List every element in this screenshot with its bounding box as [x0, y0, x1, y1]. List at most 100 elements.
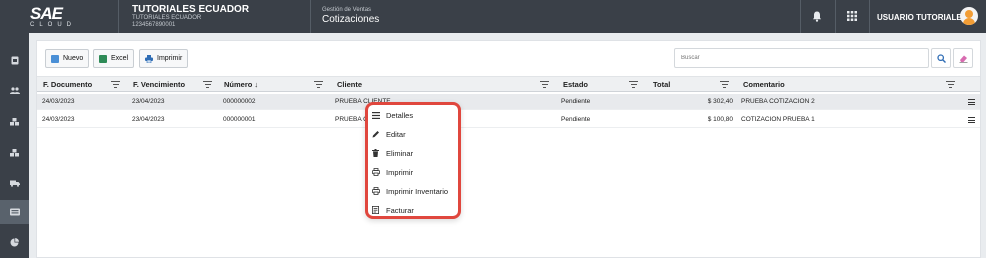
printer-icon	[145, 54, 153, 63]
search-input[interactable]	[674, 48, 929, 68]
divider	[800, 0, 801, 33]
avatar-head	[965, 10, 973, 18]
cell-fecha-vencimiento: 23/04/2023	[132, 116, 165, 123]
users-icon	[9, 87, 20, 94]
sidebar-item-reports[interactable]	[0, 230, 29, 254]
module-info: Gestión de Ventas Cotizaciones	[322, 7, 379, 26]
column-label: Total	[653, 80, 671, 89]
sidebar-item-inventory[interactable]	[0, 110, 29, 134]
boxes-icon	[9, 118, 19, 126]
company-name: TUTORIALES ECUADOR	[132, 4, 250, 15]
filter-icon[interactable]	[111, 81, 120, 88]
list-icon	[371, 111, 380, 120]
cell-comentario: COTIZACION PRUEBA 1	[741, 116, 815, 123]
excel-button[interactable]: Excel	[93, 49, 135, 68]
table-row[interactable]: 24/03/2023 23/04/2023 000000002 PRUEBA C…	[37, 94, 980, 110]
sidebar-item-products[interactable]	[0, 141, 29, 165]
column-label: Número ↓	[224, 80, 259, 89]
cell-fecha-documento: 24/03/2023	[42, 98, 75, 105]
column-header-comentario[interactable]: Comentario	[743, 77, 959, 92]
excel-icon	[99, 54, 107, 63]
page-title: Cotizaciones	[322, 14, 380, 25]
truck-icon	[9, 180, 20, 187]
menu-item-imprimir-inventario[interactable]: Imprimir Inventario	[371, 182, 459, 200]
menu-item-facturar[interactable]: Facturar	[371, 201, 459, 219]
menu-item-label: Imprimir	[386, 167, 414, 177]
menu-item-imprimir[interactable]: Imprimir	[371, 163, 459, 181]
sidebar-item-logistics[interactable]	[0, 171, 29, 195]
row-menu-icon[interactable]	[968, 99, 975, 105]
print-button-label: Imprimir	[157, 55, 183, 62]
sidebar	[0, 33, 29, 258]
column-label: Comentario	[743, 80, 785, 89]
trash-icon	[371, 149, 380, 158]
user-name[interactable]: USUARIO TUTORIALES	[877, 13, 967, 22]
sidebar-item-users[interactable]	[0, 79, 29, 103]
filter-icon[interactable]	[203, 81, 212, 88]
menu-item-eliminar[interactable]: Eliminar	[371, 144, 459, 162]
top-bar: SAE CLOUD TUTORIALES ECUADOR TUTORIALES …	[0, 0, 986, 33]
column-header-numero[interactable]: Número ↓	[224, 77, 328, 92]
excel-button-label: Excel	[111, 55, 129, 62]
search-icon	[936, 53, 946, 63]
filter-icon[interactable]	[720, 81, 729, 88]
cell-estado: Pendiente	[561, 116, 591, 123]
company-info: TUTORIALES ECUADOR TUTORIALES ECUADOR 12…	[132, 4, 249, 29]
column-header-fecha-vencimiento[interactable]: F. Vencimiento	[133, 77, 217, 92]
chart-icon	[10, 237, 19, 246]
cash-register-icon	[9, 208, 20, 216]
avatar[interactable]	[960, 7, 978, 25]
column-header-estado[interactable]: Estado	[563, 77, 643, 92]
document-icon	[11, 56, 18, 64]
divider	[118, 0, 119, 33]
bell-icon[interactable]	[809, 8, 825, 24]
boxes-icon	[9, 149, 19, 157]
filter-icon[interactable]	[314, 81, 323, 88]
module-area: Gestión de Ventas	[322, 7, 372, 13]
cell-comentario: PRUEBA COTIZACION 2	[741, 98, 815, 105]
logo-main: SAE	[30, 4, 63, 23]
menu-item-editar[interactable]: Editar	[371, 125, 459, 143]
avatar-body	[963, 18, 975, 25]
search-button[interactable]	[931, 48, 951, 68]
column-header-cliente[interactable]: Cliente	[337, 77, 553, 92]
new-button[interactable]: Nuevo	[45, 49, 90, 68]
menu-item-label: Detalles	[386, 110, 414, 120]
company-subname: TUTORIALES ECUADOR	[132, 15, 202, 21]
column-label: Cliente	[337, 80, 363, 89]
pencil-icon	[371, 130, 380, 139]
app-logo[interactable]: SAE CLOUD	[30, 5, 78, 29]
new-button-label: Nuevo	[63, 55, 84, 62]
clear-filter-button[interactable]	[953, 48, 973, 68]
company-id: 1234567890001	[132, 22, 176, 28]
cell-cliente: PRUEBA C	[335, 116, 368, 123]
cell-total: $ 302,40	[707, 98, 733, 105]
filter-icon[interactable]	[946, 81, 955, 88]
logo-sub: CLOUD	[30, 22, 77, 28]
content-panel: Nuevo Excel Imprimir F. Documento F. Ven…	[36, 40, 981, 258]
filter-icon[interactable]	[540, 81, 549, 88]
invoice-icon	[371, 206, 380, 215]
menu-item-detalles[interactable]: Detalles	[371, 106, 459, 124]
grid-icon[interactable]	[844, 8, 860, 24]
file-plus-icon	[51, 54, 59, 63]
table-row[interactable]: 24/03/2023 23/04/2023 000000001 PRUEBA C…	[37, 112, 980, 128]
column-label: Estado	[563, 80, 589, 89]
row-menu-icon[interactable]	[968, 117, 975, 123]
cell-numero: 000000002	[223, 98, 256, 105]
sidebar-item-documents[interactable]	[0, 48, 29, 72]
print-button[interactable]: Imprimir	[139, 49, 189, 68]
filter-icon[interactable]	[629, 81, 638, 88]
divider	[310, 0, 311, 33]
cell-total: $ 100,80	[707, 116, 733, 123]
row-context-menu: Detalles Editar Eliminar Imprimir Imprim…	[365, 102, 461, 219]
cell-numero: 000000001	[223, 116, 256, 123]
divider	[869, 0, 870, 33]
column-header-total[interactable]: Total	[653, 77, 733, 92]
eraser-icon	[959, 55, 967, 63]
divider	[835, 0, 836, 33]
menu-item-label: Facturar	[386, 205, 414, 215]
column-label: F. Vencimiento	[133, 80, 186, 89]
column-header-fecha-documento[interactable]: F. Documento	[43, 77, 127, 92]
sidebar-item-sales[interactable]	[0, 200, 29, 224]
